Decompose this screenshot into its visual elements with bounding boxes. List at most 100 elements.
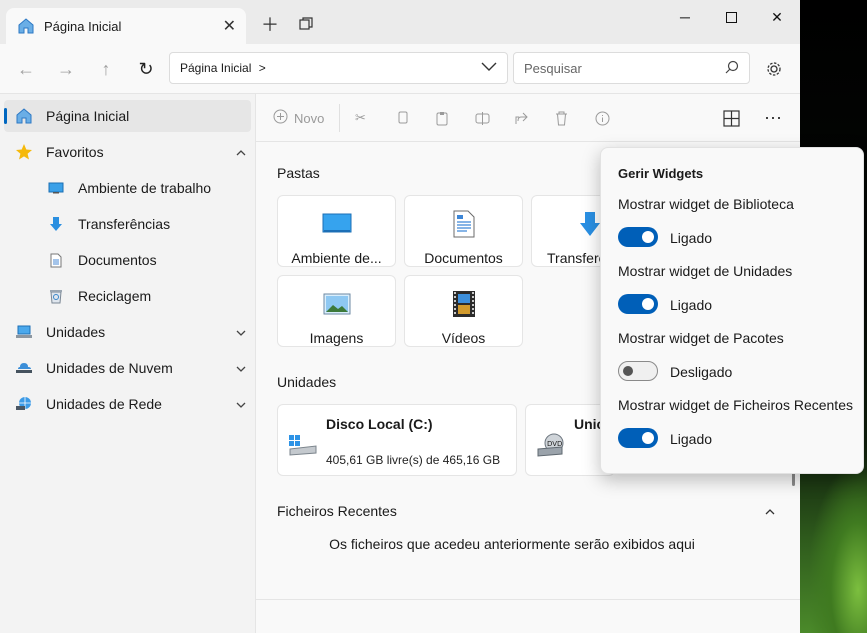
recent-files-widget-toggle[interactable] <box>618 428 658 448</box>
cut-icon[interactable]: ✂ <box>355 108 366 128</box>
command-bar: Novo ✂ ⋯ <box>256 94 800 142</box>
sidebar-item-label: Unidades de Nuvem <box>46 360 173 376</box>
navigation-bar: ← → ↑ ↻ Página Inicial > Pesquisar <box>0 44 800 94</box>
paste-icon[interactable] <box>435 108 449 128</box>
back-arrow-icon[interactable]: ← <box>12 56 40 82</box>
share-icon[interactable] <box>514 108 529 128</box>
drives-widget-state: Ligado <box>670 297 713 313</box>
scrollbar-thumb[interactable] <box>792 472 795 486</box>
divider <box>256 599 800 600</box>
sidebar-item-label: Favoritos <box>46 144 104 160</box>
gear-icon[interactable] <box>760 56 788 82</box>
folder-card-videos[interactable]: Vídeos <box>404 275 523 347</box>
chevron-down-icon[interactable] <box>231 361 251 375</box>
folder-card-documents[interactable]: Documentos <box>404 195 523 267</box>
recent-empty-message: Os ficheiros que acedeu anteriormente se… <box>329 536 695 552</box>
duplicate-tab-button[interactable] <box>294 12 318 36</box>
document-icon <box>449 210 479 238</box>
tab-home[interactable]: Página Inicial ✕ <box>6 8 246 44</box>
cloud-drive-icon <box>14 358 34 378</box>
download-icon <box>46 214 66 234</box>
breadcrumb-home[interactable]: Página Inicial <box>180 61 251 75</box>
sidebar-item-label: Ambiente de trabalho <box>78 180 212 196</box>
sidebar-item-recycle-bin[interactable]: Reciclagem <box>4 280 251 312</box>
document-icon <box>46 250 66 270</box>
up-arrow-icon[interactable]: ↑ <box>92 56 120 82</box>
drive-name: Disco Local (C:) <box>326 416 433 432</box>
folder-label: Transferê <box>547 250 607 266</box>
chevron-down-icon[interactable] <box>481 61 497 75</box>
recent-files-widget-state: Ligado <box>670 431 713 447</box>
recycle-bin-icon <box>46 286 66 306</box>
file-explorer-window: Página Inicial ✕ ＋ ─ ✕ ← → ↑ ↻ Página In… <box>0 0 864 633</box>
more-options-icon[interactable]: ⋯ <box>764 108 782 128</box>
info-icon[interactable] <box>595 108 610 128</box>
tab-label: Página Inicial <box>44 18 122 34</box>
folders-section-title: Pastas <box>277 165 320 181</box>
network-icon <box>14 394 34 414</box>
forward-arrow-icon[interactable]: → <box>52 56 80 82</box>
chevron-down-icon[interactable] <box>231 325 251 339</box>
folder-card-pictures[interactable]: Imagens <box>277 275 396 347</box>
maximize-button[interactable] <box>708 0 754 34</box>
sidebar-item-label: Página Inicial <box>46 108 130 124</box>
sidebar-item-drives[interactable]: Unidades <box>4 316 251 348</box>
bundles-widget-label: Mostrar widget de Pacotes <box>618 330 784 346</box>
library-widget-state: Ligado <box>670 230 713 246</box>
folder-card-desktop[interactable]: Ambiente de... <box>277 195 396 267</box>
folder-label: Imagens <box>309 330 364 346</box>
sidebar-item-cloud-drives[interactable]: Unidades de Nuvem <box>4 352 251 384</box>
close-window-button[interactable]: ✕ <box>754 0 800 34</box>
chevron-up-icon[interactable] <box>765 502 775 522</box>
new-button[interactable]: Novo <box>273 108 324 128</box>
star-icon <box>14 142 34 162</box>
sidebar-item-downloads[interactable]: Transferências <box>4 208 251 240</box>
sidebar-item-label: Unidades de Rede <box>46 396 162 412</box>
rename-icon[interactable] <box>475 108 490 128</box>
plus-circle-icon <box>273 109 288 127</box>
drive-card-local-disk[interactable]: Disco Local (C:) 405,61 GB livre(s) de 4… <box>277 404 517 476</box>
new-tab-button[interactable]: ＋ <box>258 12 282 36</box>
drives-section-title: Unidades <box>277 374 337 390</box>
drives-widget-toggle[interactable] <box>618 294 658 314</box>
dvd-drive-icon: DVD <box>536 433 566 457</box>
sidebar-item-favorites[interactable]: Favoritos <box>4 136 251 168</box>
address-bar[interactable]: Página Inicial > <box>169 52 508 84</box>
library-widget-toggle[interactable] <box>618 227 658 247</box>
delete-icon[interactable] <box>555 108 568 128</box>
sidebar-item-label: Documentos <box>78 252 157 268</box>
search-icon[interactable] <box>725 60 739 77</box>
library-widget-label: Mostrar widget de Biblioteca <box>618 196 794 212</box>
divider <box>339 104 340 132</box>
windows-drive-icon <box>288 433 318 457</box>
sidebar-item-home[interactable]: Página Inicial <box>4 100 251 132</box>
sidebar-item-label: Unidades <box>46 324 106 340</box>
sidebar-item-network-drives[interactable]: Unidades de Rede <box>4 388 251 420</box>
video-icon <box>449 290 479 318</box>
recent-files-widget-label: Mostrar widget de Ficheiros Recentes <box>618 397 853 413</box>
widgets-layout-icon[interactable] <box>723 108 740 128</box>
sidebar-item-desktop[interactable]: Ambiente de trabalho <box>4 172 251 204</box>
folder-label: Documentos <box>424 250 503 266</box>
home-icon <box>16 16 36 36</box>
recent-section-title: Ficheiros Recentes <box>277 503 397 519</box>
breadcrumb[interactable]: Página Inicial > <box>180 61 481 75</box>
close-tab-icon[interactable]: ✕ <box>223 16 236 36</box>
breadcrumb-separator[interactable]: > <box>259 61 266 75</box>
chevron-down-icon[interactable] <box>231 397 251 411</box>
sidebar-item-documents[interactable]: Documentos <box>4 244 251 276</box>
copy-icon[interactable] <box>396 108 409 128</box>
title-bar: Página Inicial ✕ ＋ ─ ✕ <box>0 0 800 44</box>
drives-widget-label: Mostrar widget de Unidades <box>618 263 793 279</box>
drives-icon <box>14 322 34 342</box>
search-input[interactable]: Pesquisar <box>513 52 750 84</box>
bundles-widget-toggle[interactable] <box>618 361 658 381</box>
minimize-button[interactable]: ─ <box>662 0 708 34</box>
sidebar-item-label: Transferências <box>78 216 171 232</box>
refresh-icon[interactable]: ↻ <box>132 56 160 82</box>
drive-free-space: 405,61 GB livre(s) de 465,16 GB <box>326 453 501 467</box>
folder-label: Ambiente de... <box>291 250 382 266</box>
chevron-up-icon[interactable] <box>231 145 251 159</box>
home-icon <box>14 106 34 126</box>
sidebar-item-label: Reciclagem <box>78 288 152 304</box>
